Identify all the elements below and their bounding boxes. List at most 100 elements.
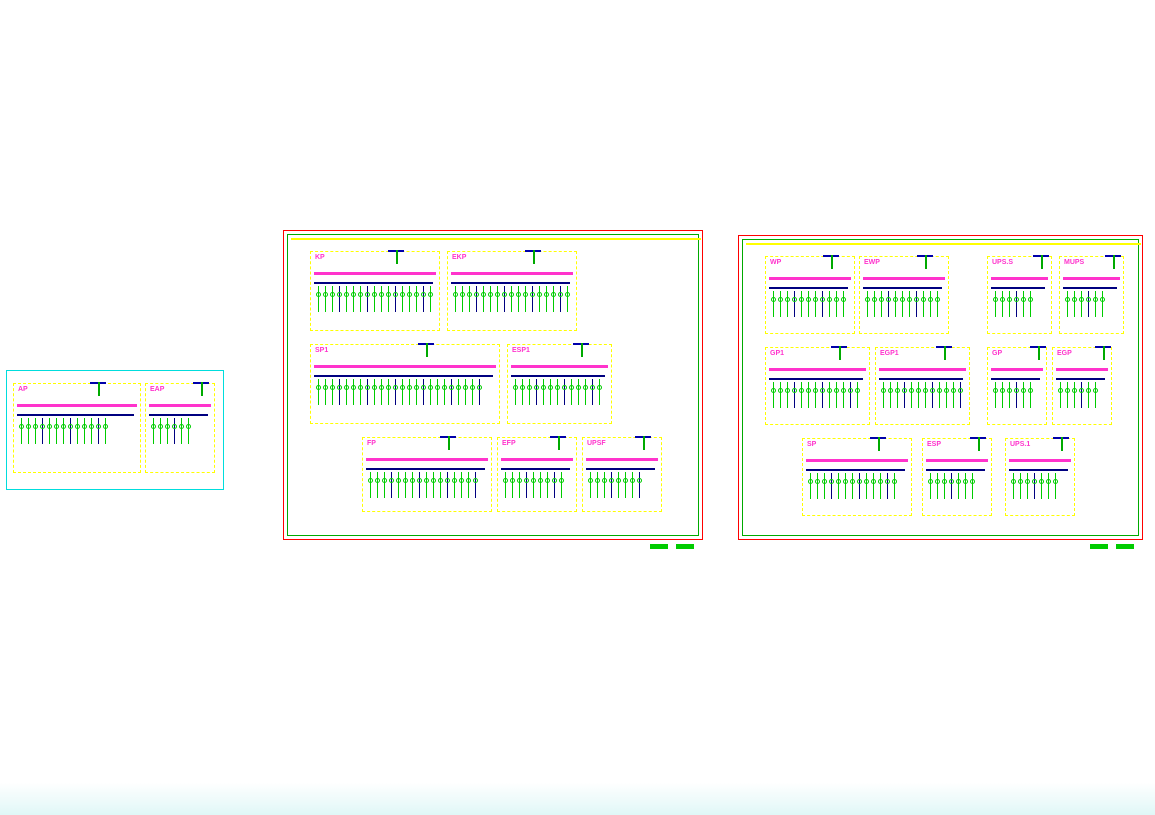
circuit bbox=[316, 379, 321, 405]
circuit bbox=[382, 472, 387, 498]
circuit bbox=[1065, 382, 1070, 408]
circuit bbox=[453, 286, 458, 312]
circuit bbox=[864, 473, 869, 499]
circuit bbox=[892, 473, 897, 499]
circuit bbox=[368, 472, 373, 498]
panel-gp1: GP1 bbox=[765, 347, 870, 425]
panel-label: EFP bbox=[502, 440, 516, 447]
circuit bbox=[555, 379, 560, 405]
circuit bbox=[886, 291, 891, 317]
panel-label: GP bbox=[992, 350, 1002, 357]
sub-busbar bbox=[769, 287, 848, 289]
circuit bbox=[1039, 473, 1044, 499]
circuit bbox=[1014, 382, 1019, 408]
circuit bbox=[407, 379, 412, 405]
circuits bbox=[314, 379, 484, 405]
circuits bbox=[1056, 382, 1100, 408]
panel-label: MUPS bbox=[1064, 259, 1084, 266]
circuit bbox=[792, 382, 797, 408]
panel-label: EWP bbox=[864, 259, 880, 266]
circuit bbox=[813, 382, 818, 408]
circuit bbox=[914, 291, 919, 317]
panel-label: SP bbox=[807, 441, 816, 448]
circuit bbox=[68, 418, 73, 444]
circuit bbox=[588, 472, 593, 498]
circuit bbox=[421, 379, 426, 405]
sub-busbar bbox=[879, 378, 963, 380]
circuit bbox=[61, 418, 66, 444]
sheet-small: APEAP bbox=[6, 370, 224, 490]
circuit bbox=[428, 379, 433, 405]
circuit bbox=[623, 472, 628, 498]
circuits bbox=[863, 291, 942, 317]
panel-label: KP bbox=[315, 254, 325, 261]
circuit bbox=[344, 379, 349, 405]
circuit bbox=[365, 286, 370, 312]
panel-label: UPS.1 bbox=[1010, 441, 1030, 448]
panel-label: AP bbox=[18, 386, 28, 393]
incomer-icon bbox=[905, 259, 945, 277]
circuits bbox=[1063, 291, 1107, 317]
circuit bbox=[1065, 291, 1070, 317]
circuit bbox=[330, 286, 335, 312]
incomer-icon bbox=[811, 259, 851, 277]
circuit bbox=[1086, 291, 1091, 317]
circuit bbox=[806, 291, 811, 317]
circuit bbox=[942, 473, 947, 499]
busbar bbox=[1009, 459, 1071, 462]
busbar bbox=[17, 404, 137, 407]
incomer-icon bbox=[561, 347, 601, 365]
circuit bbox=[583, 379, 588, 405]
circuit bbox=[616, 472, 621, 498]
circuit bbox=[417, 472, 422, 498]
busbar bbox=[806, 459, 908, 462]
circuit bbox=[597, 379, 602, 405]
sub-busbar bbox=[991, 287, 1045, 289]
circuit bbox=[372, 286, 377, 312]
circuit bbox=[1093, 291, 1098, 317]
circuit bbox=[993, 291, 998, 317]
circuit bbox=[372, 379, 377, 405]
circuit bbox=[82, 418, 87, 444]
sheet-footer-tags bbox=[650, 544, 694, 549]
circuit bbox=[944, 382, 949, 408]
circuit bbox=[827, 382, 832, 408]
circuit bbox=[808, 473, 813, 499]
circuit bbox=[778, 291, 783, 317]
sub-busbar bbox=[17, 414, 134, 416]
circuit bbox=[459, 472, 464, 498]
circuit bbox=[33, 418, 38, 444]
busbar bbox=[314, 272, 436, 275]
circuit bbox=[548, 379, 553, 405]
circuit bbox=[1021, 382, 1026, 408]
circuit bbox=[323, 379, 328, 405]
circuit bbox=[843, 473, 848, 499]
circuit bbox=[1086, 382, 1091, 408]
panel-label: EKP bbox=[452, 254, 466, 261]
circuit bbox=[400, 379, 405, 405]
circuit bbox=[323, 286, 328, 312]
panel-label: ESP bbox=[927, 441, 941, 448]
sub-busbar bbox=[769, 378, 863, 380]
circuit bbox=[337, 379, 342, 405]
circuit bbox=[822, 473, 827, 499]
sub-busbar bbox=[863, 287, 942, 289]
incomer-icon bbox=[406, 347, 446, 365]
circuit bbox=[569, 379, 574, 405]
circuit bbox=[1053, 473, 1058, 499]
circuit bbox=[40, 418, 45, 444]
circuit bbox=[893, 291, 898, 317]
circuit bbox=[54, 418, 59, 444]
circuit bbox=[1007, 291, 1012, 317]
circuits bbox=[991, 382, 1035, 408]
busbar bbox=[586, 458, 658, 461]
circuits bbox=[769, 382, 862, 408]
sub-busbar bbox=[926, 469, 985, 471]
circuit bbox=[609, 472, 614, 498]
circuit bbox=[477, 379, 482, 405]
circuit bbox=[909, 382, 914, 408]
circuit bbox=[424, 472, 429, 498]
busbar bbox=[511, 365, 608, 368]
panel-label: UPS.S bbox=[992, 259, 1013, 266]
circuit bbox=[900, 291, 905, 317]
